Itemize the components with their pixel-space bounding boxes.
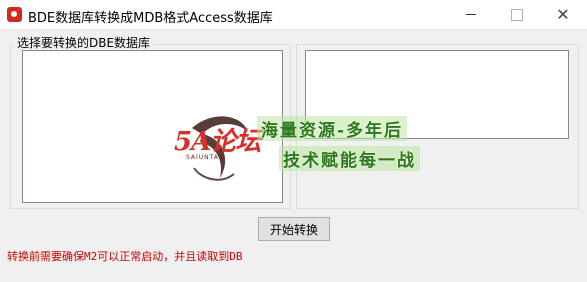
watermark-line-2: 技术赋能每一战 (279, 146, 420, 171)
close-button[interactable]: ✕ (540, 0, 586, 29)
maximize-icon (511, 8, 523, 21)
window-title: BDE数据库转换成MDB格式Access数据库 (28, 11, 273, 26)
minimize-icon (466, 14, 476, 15)
start-convert-button[interactable]: 开始转换 (258, 217, 330, 241)
watermark-line-1: 海量资源-多年后 (257, 116, 408, 141)
watermark-logo-text: 5A论坛 (174, 127, 261, 157)
close-icon: ✕ (556, 4, 570, 24)
window-bottom-edge (0, 266, 587, 282)
warning-note: 转换前需要确保M2可以正常启动，并且读取到DB (7, 250, 243, 263)
maximize-button[interactable] (494, 0, 540, 29)
app-icon (7, 7, 22, 22)
title-bar[interactable]: BDE数据库转换成MDB格式Access数据库 ✕ (0, 0, 587, 30)
watermark-logo-subtext: SAIUNTAN (186, 154, 225, 161)
minimize-button[interactable] (448, 0, 494, 29)
source-group-legend: 选择要转换的DBE数据库 (14, 34, 154, 51)
